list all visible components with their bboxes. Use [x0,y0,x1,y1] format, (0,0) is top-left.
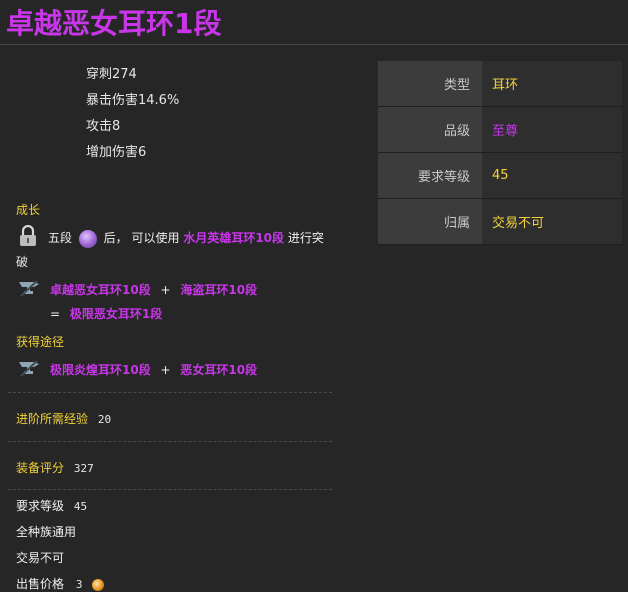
stat-damage-increase: 增加伤害6 [86,145,147,160]
breakthrough-line: 五段 后， 可以使用 水月英雄耳环10段 进行突 [48,229,324,248]
attr-value: 交易不可 [482,198,622,245]
breakthrough-item-link[interactable]: 水月英雄耳环10段 [183,231,284,245]
section-divider [8,441,332,442]
combine-line: 卓越恶女耳环10段 + 海盗耳环10段 [50,281,257,298]
breakthrough-prefix: 五段 [48,231,73,245]
combine-result-line: = 极限恶女耳环1段 [50,305,162,322]
attr-value: 耳环 [482,61,622,107]
attr-key: 类型 [378,61,482,107]
score-value: 327 [73,462,94,475]
footer-level-value: 45 [73,500,88,513]
attr-key: 归属 [378,198,482,245]
combine-plus: + [160,283,171,297]
score-line: 装备评分 327 [16,459,94,476]
attr-key: 品级 [378,106,482,153]
section-divider [8,392,332,393]
score-label: 装备评分 [16,461,65,475]
footer-price-line: 出售价格 3 [16,575,105,592]
combine-item-a-link[interactable]: 卓越恶女耳环10段 [50,283,151,297]
combine-equals: = [50,307,61,321]
gem-icon [78,229,97,248]
breakthrough-wrap: 破 [16,255,29,269]
section-divider [8,489,332,490]
lock-icon [20,225,36,246]
item-title: 卓越恶女耳环1段 [6,7,222,40]
growth-title: 成长 [16,203,41,217]
attr-row-type: 类型 耳环 [378,61,622,107]
obtain-item-a-link[interactable]: 极限炎煌耳环10段 [50,363,151,377]
breakthrough-suffix: 进行突 [287,231,324,245]
title-divider [0,44,628,45]
footer-price-value: 3 [75,578,83,591]
footer-race: 全种族通用 [16,525,77,539]
exp-value: 20 [97,413,112,426]
breakthrough-middle: 后， 可以使用 [103,231,180,245]
attr-key: 要求等级 [378,152,482,199]
attr-row-binding: 归属 交易不可 [378,198,622,245]
exp-line: 进阶所需经验 20 [16,410,111,427]
stats-list: 穿刺274 暴击伤害14.6% 攻击8 增加伤害6 [86,62,179,166]
combine-item-b-link[interactable]: 海盗耳环10段 [180,283,257,297]
obtain-item-b-link[interactable]: 恶女耳环10段 [180,363,257,377]
obtain-plus: + [160,363,171,377]
coin-icon [92,578,105,591]
obtain-title: 获得途径 [16,335,65,349]
stat-attack: 攻击8 [86,119,121,134]
combine-result-link[interactable]: 极限恶女耳环1段 [70,307,162,321]
attr-row-level: 要求等级 45 [378,152,622,199]
footer-price-label: 出售价格 [16,577,65,591]
stat-pierce: 穿刺274 [86,67,137,82]
anvil-icon [19,360,39,377]
anvil-icon [19,280,39,297]
stat-crit-damage: 暴击伤害14.6% [86,93,180,108]
footer-level-label: 要求等级 [16,499,65,513]
obtain-line: 极限炎煌耳环10段 + 恶女耳环10段 [50,361,257,378]
attr-value: 45 [482,152,622,199]
footer-trade: 交易不可 [16,551,65,565]
attribute-table: 类型 耳环 品级 至尊 要求等级 45 归属 交易不可 [378,61,622,245]
exp-label: 进阶所需经验 [16,412,89,426]
attr-row-grade: 品级 至尊 [378,106,622,153]
attr-value: 至尊 [482,106,622,153]
footer-level-line: 要求等级 45 [16,497,87,514]
